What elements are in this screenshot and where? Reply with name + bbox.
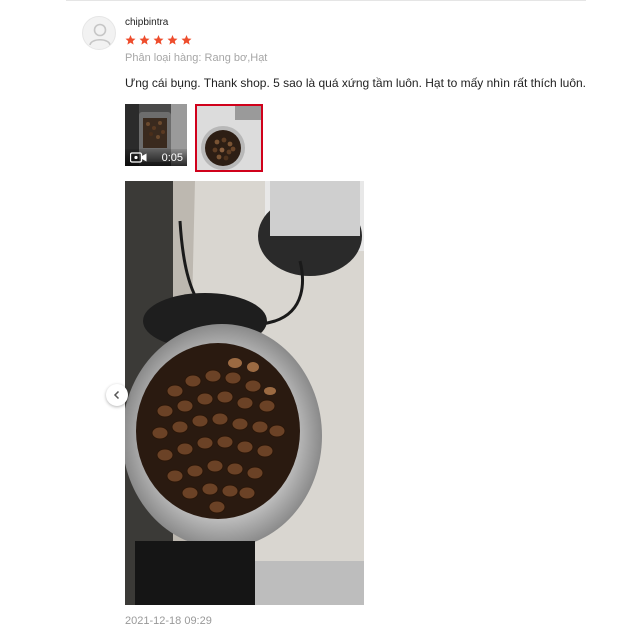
chevron-left-icon <box>113 390 120 400</box>
product-variant: Phân loại hàng: Rang bơ,Hạt <box>125 52 268 64</box>
previous-photo-button[interactable] <box>106 384 128 406</box>
photo-thumbnail-image <box>197 106 261 170</box>
photo-thumbnail-selected[interactable] <box>195 104 263 172</box>
review-comment: Ưng cái bụng. Thank shop. 5 sao là quá x… <box>125 76 587 90</box>
video-camera-icon <box>130 152 147 163</box>
rating-stars <box>124 34 193 46</box>
star-icon <box>139 35 150 45</box>
avatar[interactable] <box>82 16 116 50</box>
star-icon <box>181 35 192 45</box>
review-photo-large <box>125 181 364 605</box>
video-duration: 0:05 <box>161 152 183 164</box>
star-icon <box>125 35 136 45</box>
review-timestamp: 2021-12-18 09:29 <box>125 615 212 627</box>
reviewer-username: chipbintra <box>125 17 169 28</box>
top-divider <box>66 0 586 1</box>
video-thumbnail[interactable]: 0:05 <box>125 104 187 166</box>
star-icon <box>167 35 178 45</box>
coffee-beans-jar-photo <box>125 181 364 605</box>
star-icon <box>153 35 164 45</box>
user-placeholder-icon <box>89 23 111 46</box>
